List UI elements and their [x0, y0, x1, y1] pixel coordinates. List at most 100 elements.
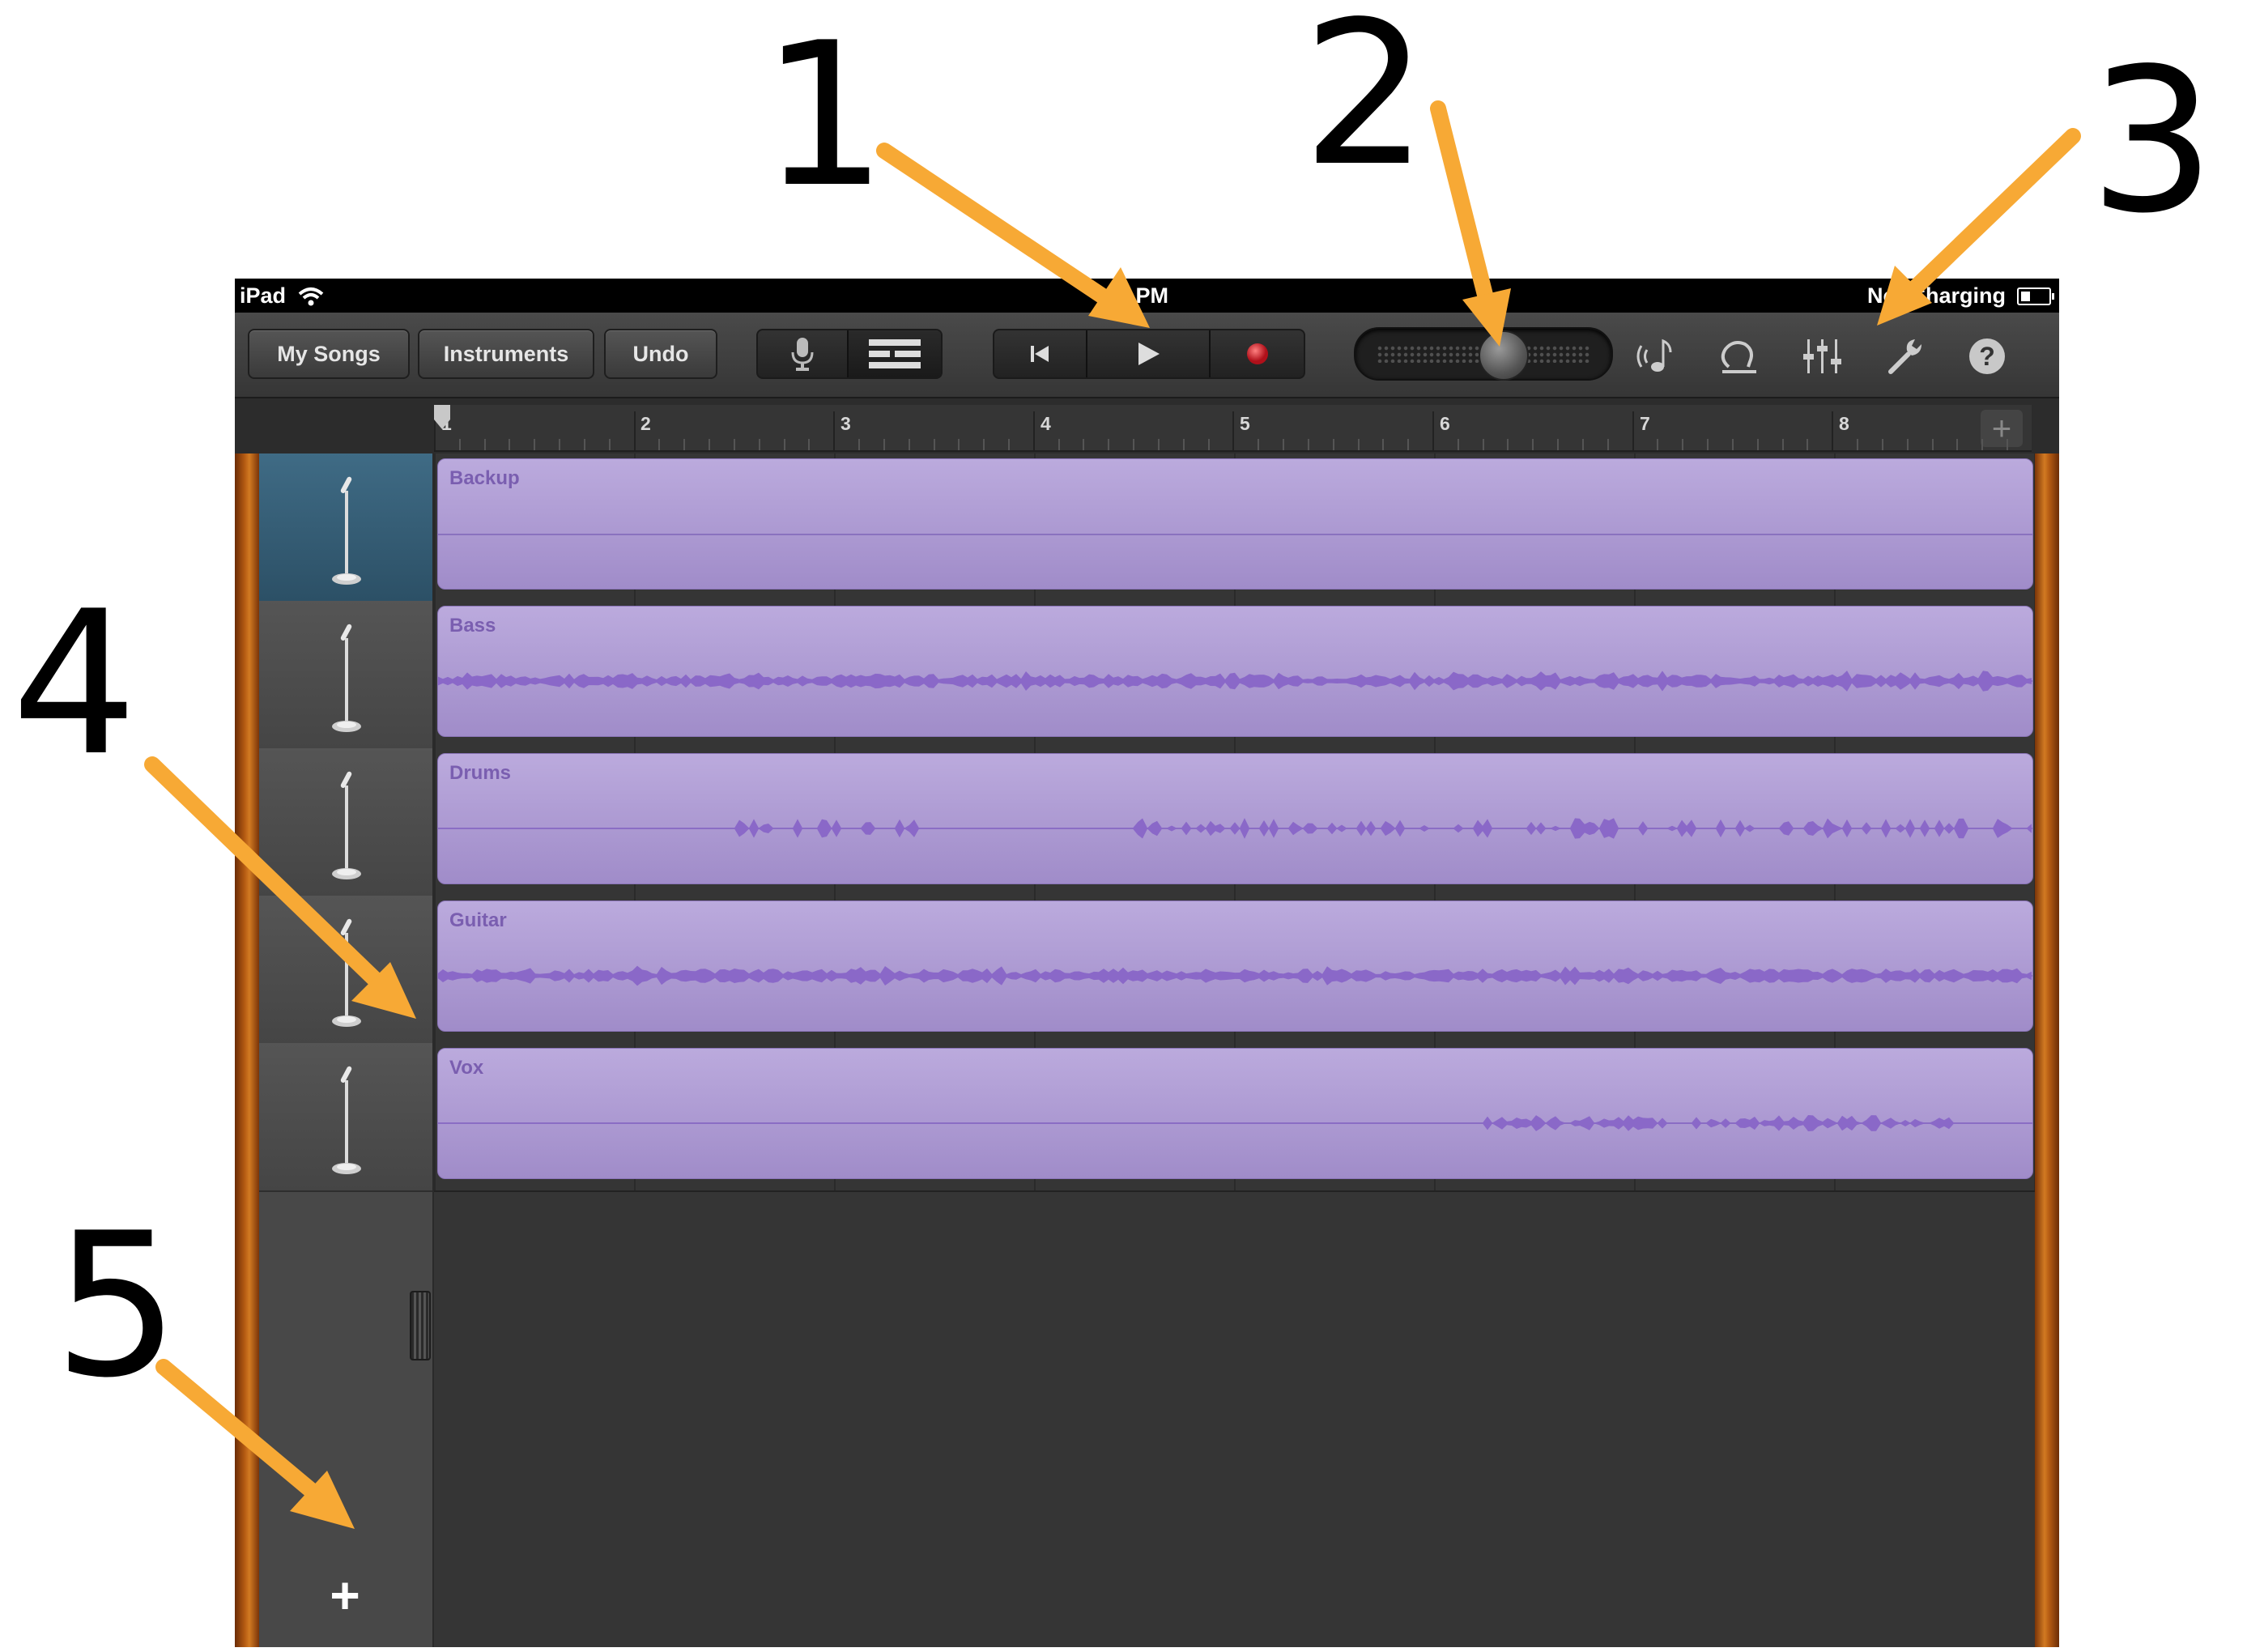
track-header-vox[interactable]: [259, 1043, 432, 1192]
region-label: Guitar: [449, 909, 507, 931]
ruler-minor-tick: [1757, 439, 1759, 450]
track-header-guitar[interactable]: [259, 896, 432, 1045]
waveform-shape: [438, 1115, 2032, 1131]
settings-button[interactable]: [1883, 335, 1929, 377]
track-header-bass[interactable]: [259, 601, 432, 750]
ruler-minor-tick: [1083, 439, 1084, 450]
ruler-major-tick: [1632, 411, 1634, 450]
region-bass[interactable]: Bass: [437, 606, 2033, 737]
ruler-minor-tick: [1483, 439, 1484, 450]
ruler-minor-tick: [1183, 439, 1185, 450]
bar-number: 5: [1240, 413, 1250, 434]
track-headers: +: [259, 453, 434, 1647]
help-button[interactable]: ?: [1964, 335, 2010, 377]
mixer-button[interactable]: [1799, 335, 1845, 377]
track-lane-guitar: Guitar: [434, 896, 2035, 1045]
ruler-minor-tick: [1108, 439, 1109, 450]
ruler-minor-tick: [1133, 439, 1134, 450]
ruler-minor-tick: [858, 439, 860, 450]
ruler-minor-tick: [1857, 439, 1858, 450]
ruler-minor-tick: [734, 439, 735, 450]
ruler-minor-tick: [759, 439, 760, 450]
bar-number: 6: [1440, 413, 1450, 434]
ruler-minor-tick: [683, 439, 685, 450]
undo-button[interactable]: Undo: [604, 329, 717, 379]
ruler-minor-tick: [1657, 439, 1658, 450]
wood-side-left: [235, 453, 259, 1647]
annotation-number-5: 5: [53, 1190, 180, 1421]
track-header-resize-handle[interactable]: [410, 1291, 431, 1360]
help-icon: ?: [1969, 338, 2005, 374]
annotation-number-1: 1: [761, 0, 887, 231]
ruler-minor-tick: [883, 439, 885, 450]
play-icon: [1138, 343, 1160, 365]
ruler-minor-tick: [1382, 439, 1384, 450]
annotation-number-4: 4: [11, 568, 138, 799]
region-drums[interactable]: Drums: [437, 753, 2033, 884]
view-toggle: [756, 329, 943, 379]
region-vox[interactable]: Vox: [437, 1048, 2033, 1179]
microphone-stand-icon: [332, 918, 361, 1027]
ruler-major-tick: [1432, 411, 1434, 450]
ruler-minor-tick: [1058, 439, 1060, 450]
wood-side-right: [2035, 453, 2059, 1647]
region-label: Vox: [449, 1057, 484, 1079]
ruler-minor-tick: [1682, 439, 1683, 450]
ruler-bar[interactable]: 1 2 3 4 5 6 7 8 +: [434, 405, 2032, 452]
metronome-button[interactable]: [1632, 335, 1678, 377]
track-lane-bass: Bass: [434, 601, 2035, 750]
region-guitar[interactable]: Guitar: [437, 901, 2033, 1032]
status-bar: iPad 03 PM Not Charging: [235, 279, 2059, 313]
ruler-minor-tick: [958, 439, 960, 450]
settings-wrench-icon: [1888, 339, 1921, 374]
microphone-stand-icon: [332, 476, 361, 585]
ruler-major-tick: [1033, 411, 1035, 450]
region-label: Bass: [449, 615, 496, 637]
instrument-view-button[interactable]: [758, 330, 849, 377]
microphone-icon: [791, 338, 814, 371]
my-songs-button[interactable]: My Songs: [248, 329, 410, 379]
ruler-minor-tick: [1158, 439, 1160, 450]
track-lane-vox: Vox: [434, 1043, 2035, 1192]
region-baseline: [438, 534, 2032, 535]
ruler-major-tick: [833, 411, 835, 450]
ruler-minor-tick: [1458, 439, 1459, 450]
ruler-minor-tick: [1283, 439, 1284, 450]
play-button[interactable]: [1087, 330, 1211, 377]
battery-status: Not Charging: [1867, 283, 2006, 308]
bar-number: 7: [1640, 413, 1650, 434]
ruler-minor-tick: [808, 439, 810, 450]
microphone-stand-icon: [332, 771, 361, 879]
microphone-stand-icon: [332, 624, 361, 732]
ruler-minor-tick: [784, 439, 785, 450]
tracks-view-button[interactable]: [849, 330, 941, 377]
ruler-minor-tick: [534, 439, 535, 450]
track-header-backup[interactable]: [259, 453, 432, 602]
ruler-minor-tick: [1557, 439, 1559, 450]
annotation-number-2: 2: [1302, 0, 1428, 210]
ruler-minor-tick: [484, 439, 486, 450]
ruler-minor-tick: [1732, 439, 1734, 450]
ruler-minor-tick: [1932, 439, 1934, 450]
track-header-drums[interactable]: [259, 748, 432, 897]
ruler-minor-tick: [1358, 439, 1360, 450]
waveform-shape: [438, 818, 2032, 839]
ruler-minor-tick: [1707, 439, 1709, 450]
add-track-button[interactable]: +: [319, 1569, 371, 1621]
track-lane-drums: Drums: [434, 748, 2035, 897]
ruler-minor-tick: [1956, 439, 1958, 450]
record-button[interactable]: [1211, 330, 1304, 377]
bar-number: 2: [640, 413, 651, 434]
instruments-button[interactable]: Instruments: [418, 329, 594, 379]
playhead-scrubber[interactable]: [1354, 327, 1613, 381]
add-section-button[interactable]: +: [1981, 409, 2023, 447]
waveform: [438, 818, 2032, 839]
waveform: [438, 965, 2032, 986]
ruler-minor-tick: [1258, 439, 1259, 450]
ruler-minor-tick: [509, 439, 510, 450]
go-to-beginning-button[interactable]: [994, 330, 1087, 377]
region-backup[interactable]: Backup: [437, 458, 2033, 590]
loop-button[interactable]: [1717, 335, 1762, 377]
metronome-icon: [1636, 338, 1672, 372]
scrubber-knob[interactable]: [1479, 330, 1529, 381]
